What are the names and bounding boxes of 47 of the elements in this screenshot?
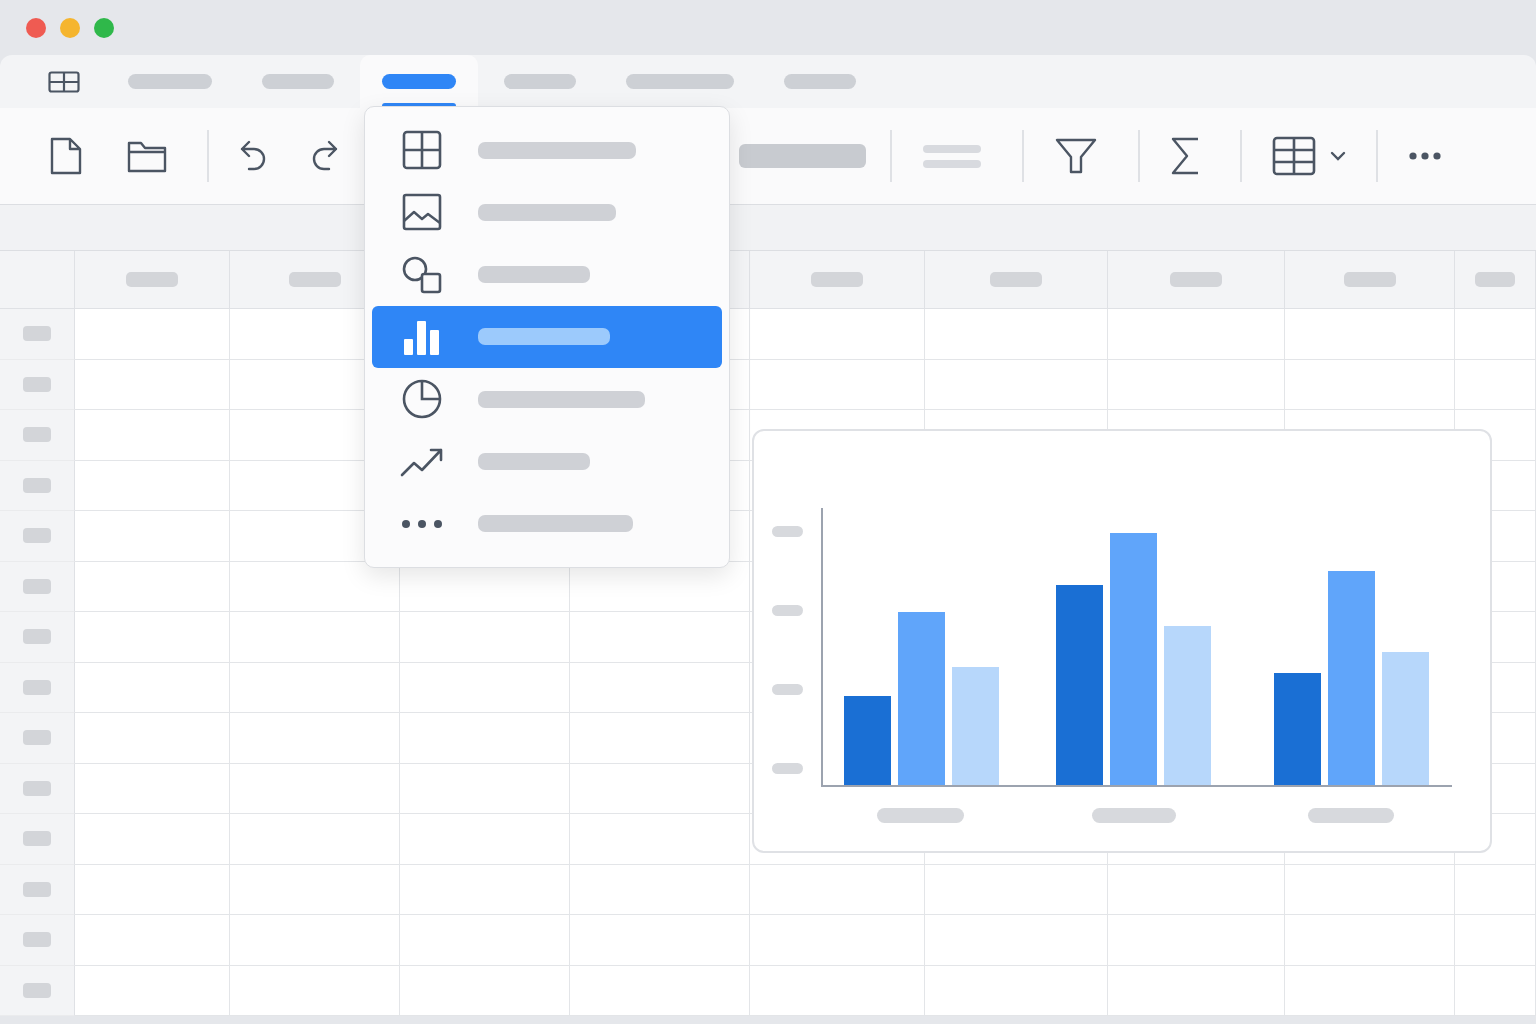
trend-icon (400, 446, 444, 477)
more-icon (400, 518, 444, 529)
column-header[interactable] (1455, 251, 1536, 309)
row-header[interactable] (0, 965, 75, 1016)
row-header[interactable] (0, 511, 75, 562)
row-header[interactable] (0, 309, 75, 360)
font-dropdown[interactable] (739, 144, 866, 168)
chart-card[interactable] (752, 429, 1492, 853)
y-axis-label (772, 605, 803, 616)
row-header[interactable] (0, 359, 75, 410)
table-icon (1272, 136, 1316, 176)
row-header[interactable] (0, 561, 75, 612)
y-axis-label (772, 526, 803, 537)
more-icon[interactable] (1408, 151, 1442, 161)
row-header[interactable] (0, 410, 75, 461)
row-header[interactable] (0, 662, 75, 713)
image-icon (400, 193, 444, 232)
grid-icon (400, 130, 444, 171)
row-header[interactable] (0, 864, 75, 915)
row-header[interactable] (0, 814, 75, 865)
row-header[interactable] (0, 915, 75, 966)
caret-icon (1330, 151, 1346, 161)
zoom-window-button[interactable] (94, 17, 114, 38)
folder-icon[interactable] (127, 139, 167, 173)
column-header[interactable] (1285, 251, 1455, 309)
new-document-icon[interactable] (49, 136, 83, 176)
tab[interactable] (360, 55, 478, 108)
table-icon (48, 70, 80, 93)
row-header[interactable] (0, 612, 75, 663)
shapes-icon (400, 255, 444, 294)
column-header[interactable] (75, 251, 230, 309)
pie-chart-icon (400, 378, 444, 421)
close-window-button[interactable] (26, 17, 46, 38)
row-header[interactable] (0, 460, 75, 511)
minimize-window-button[interactable] (60, 17, 80, 38)
column-header[interactable] (925, 251, 1108, 309)
filter-icon[interactable] (1054, 137, 1098, 175)
column-header[interactable] (750, 251, 925, 309)
row-header[interactable] (0, 713, 75, 764)
column-header[interactable] (0, 251, 75, 309)
table-dropdown-button[interactable] (1272, 136, 1346, 176)
y-axis-label (772, 763, 803, 774)
row-header[interactable] (0, 763, 75, 814)
menu-item[interactable] (372, 305, 722, 369)
sum-icon[interactable] (1170, 136, 1200, 176)
column-header[interactable] (1108, 251, 1285, 309)
y-axis-label (772, 684, 803, 695)
